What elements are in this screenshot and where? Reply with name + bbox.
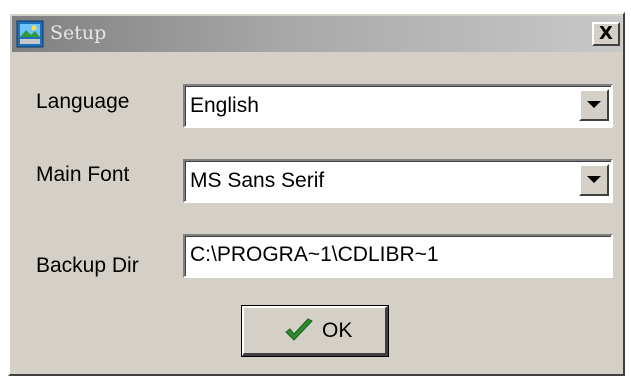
- main-font-value: MS Sans Serif: [190, 169, 325, 192]
- chevron-down-icon: [587, 101, 601, 108]
- setup-app-icon: [16, 20, 44, 48]
- backup-dir-value: C:\PROGRA~1\CDLIBR~1: [190, 243, 439, 266]
- main-font-dropdown-button[interactable]: [579, 164, 609, 196]
- close-button[interactable]: X: [592, 22, 620, 46]
- language-dropdown-button[interactable]: [579, 89, 609, 121]
- window-title: Setup: [50, 22, 107, 44]
- backup-dir-label: Backup Dir: [36, 254, 139, 277]
- title-bar[interactable]: Setup X: [12, 16, 621, 52]
- ok-button[interactable]: OK: [241, 305, 389, 357]
- chevron-down-icon: [587, 176, 601, 183]
- language-select[interactable]: English: [183, 84, 613, 128]
- backup-dir-input[interactable]: C:\PROGRA~1\CDLIBR~1: [183, 234, 613, 278]
- language-label: Language: [36, 90, 130, 113]
- main-font-label: Main Font: [36, 163, 130, 186]
- checkmark-icon: [285, 318, 313, 341]
- main-font-select[interactable]: MS Sans Serif: [183, 159, 613, 203]
- setup-dialog: Setup X Language English Main Font MS Sa…: [8, 12, 625, 376]
- ok-label: OK: [322, 319, 353, 342]
- language-value: English: [190, 94, 259, 117]
- close-icon: X: [599, 23, 613, 44]
